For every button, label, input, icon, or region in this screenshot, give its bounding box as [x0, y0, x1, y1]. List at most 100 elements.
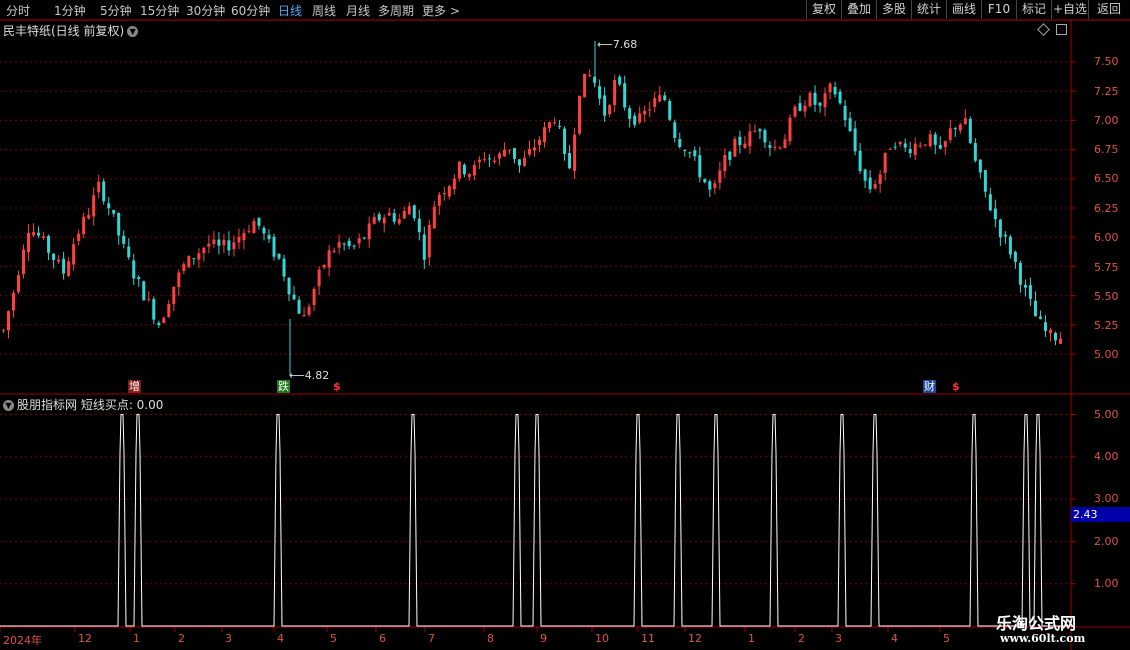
candle-body: [197, 253, 201, 260]
candle-body: [1008, 236, 1012, 255]
candle-body: [457, 161, 461, 179]
candle-body: [758, 129, 762, 132]
candle-body: [713, 183, 717, 189]
candle-body: [497, 153, 501, 159]
candle-body: [878, 174, 882, 185]
candle-body: [132, 260, 136, 279]
event-marker-zeng[interactable]: 增: [128, 380, 141, 393]
candle-body: [943, 141, 947, 148]
price-tick: 7.25: [1094, 85, 1119, 98]
candle-body: [963, 118, 967, 125]
x-tick: 2: [178, 632, 185, 645]
candle-body: [833, 86, 837, 95]
window-square-icon[interactable]: [1056, 24, 1067, 35]
chevron-down-icon[interactable]: ▼: [127, 26, 139, 37]
candle-body: [573, 134, 577, 171]
candle-body: [778, 147, 782, 149]
candle-body: [182, 264, 186, 271]
candle-body: [1018, 262, 1022, 285]
x-tick: 5: [330, 632, 337, 645]
candle-body: [638, 113, 642, 123]
candle-body: [613, 80, 617, 106]
candle-body: [673, 122, 677, 138]
candle-body: [1048, 329, 1052, 334]
x-tick: 3: [225, 632, 232, 645]
candle-body: [292, 294, 296, 300]
candle-body: [568, 153, 572, 169]
x-tick: 4: [891, 632, 898, 645]
indicator-tick: 5.00: [1094, 408, 1119, 421]
candle-body: [823, 93, 827, 108]
event-marker-dollar[interactable]: $: [332, 380, 342, 393]
candle-body: [222, 239, 226, 246]
x-tick: 12: [78, 632, 92, 645]
candle-body: [933, 134, 937, 145]
candle-body: [858, 150, 862, 172]
price-tick: 7.50: [1094, 55, 1119, 68]
price-tick: 5.50: [1094, 290, 1119, 303]
low-price-label: ⟵4.82: [289, 369, 330, 382]
chevron-down-icon[interactable]: ▼: [3, 400, 14, 411]
candle-body: [327, 250, 331, 268]
price-tick: 5.75: [1094, 261, 1119, 274]
candle-body: [688, 152, 692, 154]
candle-body: [853, 128, 857, 152]
candle-body: [583, 73, 587, 98]
candle-body: [352, 245, 356, 247]
candle-body: [322, 264, 326, 268]
candle-body: [307, 306, 311, 315]
candle-body: [683, 150, 687, 152]
candle-body: [102, 181, 106, 202]
candle-body: [427, 224, 431, 258]
candle-body: [432, 206, 436, 229]
candle-body: [137, 277, 141, 279]
candle-body: [843, 105, 847, 121]
candle-body: [72, 244, 76, 265]
candle-body: [52, 253, 56, 260]
candle-body: [578, 95, 582, 134]
x-tick: 1: [748, 632, 755, 645]
main-chart-title: 民丰特纸(日线 前复权) ▼: [3, 22, 139, 39]
candle-body: [172, 286, 176, 305]
low-price-value: 4.82: [304, 369, 330, 382]
x-tick: 8: [487, 632, 494, 645]
candle-body: [808, 92, 812, 107]
candle-body: [177, 272, 181, 288]
short-term-buy-line: [0, 414, 1068, 627]
candle-body: [252, 221, 256, 234]
candle-body: [357, 238, 361, 244]
candle-body: [112, 209, 116, 214]
candle-body: [342, 243, 346, 245]
candle-body: [678, 139, 682, 148]
candle-body: [362, 237, 366, 239]
chart-frame: [0, 19, 1130, 650]
event-marker-cai[interactable]: 财: [923, 380, 936, 393]
indicator-current-value: 2.43: [1071, 507, 1130, 522]
candle-body: [492, 160, 496, 162]
candle-body: [558, 125, 562, 127]
indicator-tick: 2.00: [1094, 535, 1119, 548]
candle-body: [122, 235, 126, 244]
candle-body: [277, 253, 281, 259]
event-marker-die[interactable]: 跌: [277, 380, 290, 393]
candle-body: [17, 275, 21, 292]
candle-body: [1023, 284, 1027, 288]
candle-body: [923, 144, 927, 146]
candle-body: [57, 259, 61, 262]
x-tick: 9: [540, 632, 547, 645]
candle-body: [648, 109, 652, 111]
candle-body: [828, 83, 832, 93]
indicator-tick: 4.00: [1094, 450, 1119, 463]
candle-body: [893, 146, 897, 148]
candle-body: [517, 159, 521, 166]
candle-body: [522, 157, 526, 166]
candle-body: [447, 186, 451, 197]
x-tick: 2024年: [3, 634, 42, 647]
candle-body: [1058, 338, 1062, 344]
candle-body: [898, 141, 902, 145]
candle-body: [207, 243, 211, 247]
price-tick: 6.00: [1094, 231, 1119, 244]
candle-body: [548, 122, 552, 129]
event-marker-dollar[interactable]: $: [951, 380, 961, 393]
candle-body: [553, 122, 557, 124]
